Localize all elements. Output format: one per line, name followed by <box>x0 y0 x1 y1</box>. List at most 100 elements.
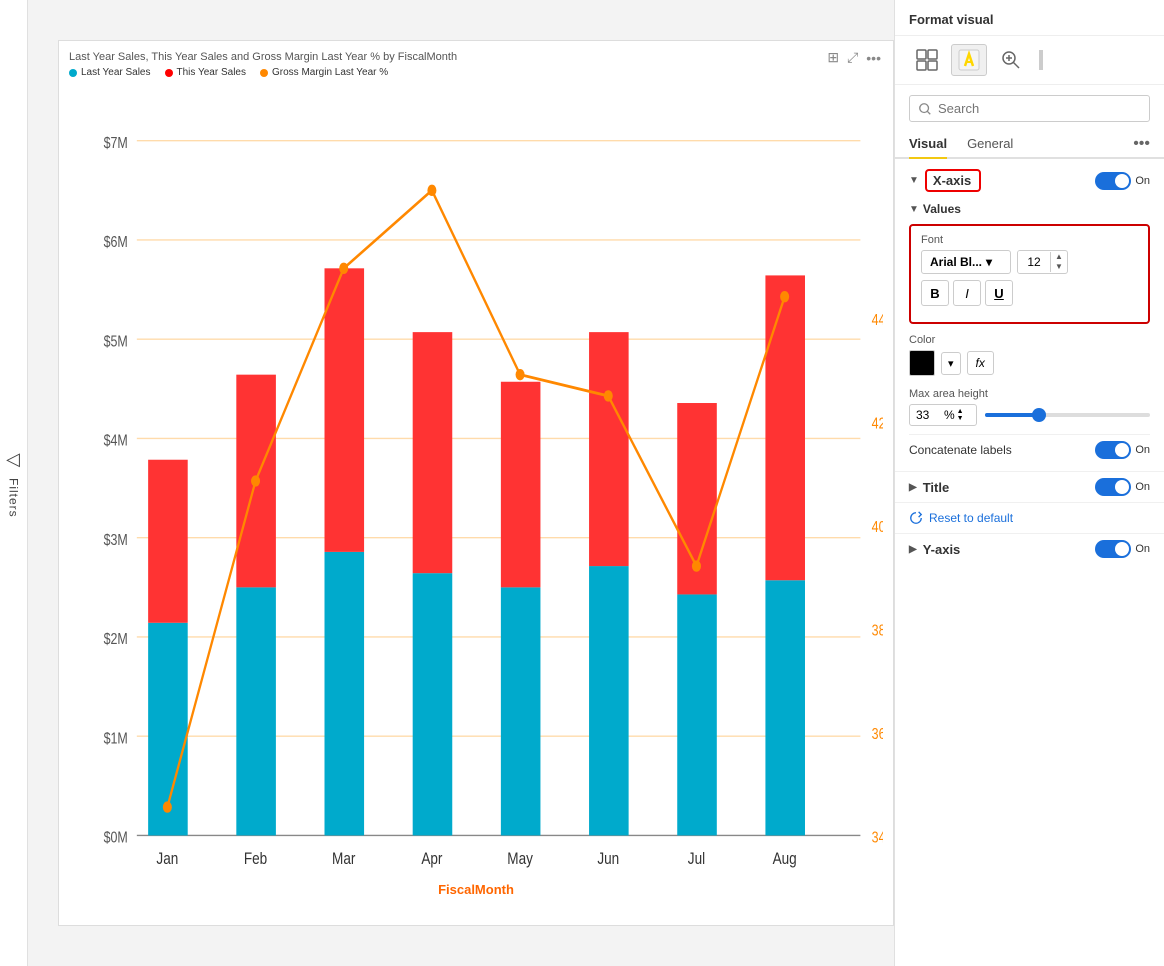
percent-down[interactable]: ▼ <box>957 415 964 422</box>
reset-label: Reset to default <box>929 511 1013 525</box>
y-axis-toggle[interactable]: On <box>1095 540 1150 558</box>
x-axis-toggle[interactable]: On <box>1095 172 1150 190</box>
chart-svg-area: $0M $1M $2M $3M $4M $5M $6M $7M 34% 36% … <box>69 84 883 878</box>
search-input[interactable] <box>938 101 1141 116</box>
legend-this-year: This Year Sales <box>165 67 247 78</box>
svg-text:$5M: $5M <box>104 332 128 350</box>
filters-label: Filters <box>7 478 21 518</box>
reset-row[interactable]: Reset to default <box>895 502 1164 533</box>
font-size-input[interactable] <box>1018 251 1050 273</box>
svg-text:34%: 34% <box>872 828 883 846</box>
percent-up[interactable]: ▲ <box>957 408 964 415</box>
color-row: ▾ fx <box>909 350 1150 376</box>
y-axis-header[interactable]: ▶ Y-axis <box>909 542 960 557</box>
right-panel: Format visual <box>894 0 1164 966</box>
color-chevron: ▾ <box>948 357 954 370</box>
panel-tab-more[interactable]: ••• <box>1133 135 1150 153</box>
fx-button[interactable]: fx <box>967 351 994 375</box>
y-axis-toggle-btn[interactable] <box>1095 540 1131 558</box>
font-size-up[interactable]: ▲ <box>1051 252 1067 262</box>
svg-text:Aug: Aug <box>773 849 797 868</box>
y-axis-section: ▶ Y-axis On <box>895 533 1164 564</box>
font-size-arrows: ▲ ▼ <box>1050 252 1067 272</box>
values-label: Values <box>923 202 961 216</box>
format-tab-grid-icon[interactable] <box>909 44 945 76</box>
svg-text:$2M: $2M <box>104 630 128 648</box>
slider-row: % ▲ ▼ <box>909 404 1150 426</box>
x-axis-label: X-axis <box>925 169 981 192</box>
title-toggle[interactable]: On <box>1095 478 1150 496</box>
font-family-value: Arial Bl... <box>930 255 982 269</box>
panel-content: ▼ X-axis On ▼ Values Font Arial Bl... ▾ <box>895 163 1164 966</box>
svg-text:$4M: $4M <box>104 431 128 449</box>
svg-text:Mar: Mar <box>332 849 355 868</box>
legend-last-year: Last Year Sales <box>69 67 151 78</box>
svg-text:36%: 36% <box>872 725 883 743</box>
slider-control[interactable] <box>985 413 1150 417</box>
title-section-header[interactable]: ▶ Title <box>909 480 949 495</box>
font-family-chevron: ▾ <box>986 255 992 269</box>
values-subsection-header[interactable]: ▼ Values <box>909 202 1150 216</box>
panel-header-title: Format visual <box>909 12 1150 27</box>
bold-button[interactable]: B <box>921 280 949 306</box>
svg-text:Jul: Jul <box>688 849 705 868</box>
font-style-controls: B I U <box>921 280 1138 306</box>
legend-label-this-year: This Year Sales <box>177 67 247 78</box>
svg-text:40%: 40% <box>872 518 883 536</box>
svg-text:$7M: $7M <box>104 133 128 151</box>
x-axis-section-header[interactable]: ▼ X-axis On <box>895 163 1164 198</box>
more-toolbar-icon[interactable]: ••• <box>866 50 881 66</box>
y-axis-chevron: ▶ <box>909 544 917 555</box>
underline-button[interactable]: U <box>985 280 1013 306</box>
filter-toolbar-icon[interactable]: ⊞ <box>827 49 839 66</box>
legend-gross-margin: Gross Margin Last Year % <box>260 67 388 78</box>
tab-general[interactable]: General <box>967 130 1013 159</box>
svg-text:Apr: Apr <box>421 849 442 868</box>
panel-tabs: Visual General ••• <box>895 130 1164 159</box>
svg-text:Jan: Jan <box>156 849 178 868</box>
font-controls: Arial Bl... ▾ ▲ ▼ <box>921 250 1138 274</box>
svg-text:Feb: Feb <box>244 849 267 868</box>
legend-label-last-year: Last Year Sales <box>81 67 151 78</box>
percent-value[interactable] <box>916 408 944 422</box>
x-axis-chevron: ▼ <box>909 175 919 186</box>
percent-unit: % <box>944 408 955 422</box>
concat-toggle-btn[interactable] <box>1095 441 1131 459</box>
slider-thumb[interactable] <box>1032 408 1046 422</box>
font-family-selector[interactable]: Arial Bl... ▾ <box>921 250 1011 274</box>
concat-toggle[interactable]: On <box>1095 441 1150 459</box>
filters-sidebar[interactable]: ◁ Filters <box>0 0 28 966</box>
svg-text:38%: 38% <box>872 621 883 639</box>
svg-text:$3M: $3M <box>104 530 128 548</box>
font-size-down[interactable]: ▼ <box>1051 262 1067 272</box>
svg-text:Jun: Jun <box>597 849 619 868</box>
focus-toolbar-icon[interactable]: ⤢ <box>847 49 858 66</box>
font-size-control[interactable]: ▲ ▼ <box>1017 250 1068 274</box>
svg-text:$1M: $1M <box>104 729 128 747</box>
color-dropdown[interactable]: ▾ <box>941 352 961 375</box>
chart-container: ⊞ ⤢ ••• Last Year Sales, This Year Sales… <box>58 40 894 926</box>
title-chevron: ▶ <box>909 482 917 493</box>
slider-fill <box>985 413 1039 417</box>
legend-dot-gross-margin <box>260 69 268 77</box>
color-field-label: Color <box>909 334 1150 346</box>
svg-text:$0M: $0M <box>104 828 128 846</box>
x-axis-toggle-btn[interactable] <box>1095 172 1131 190</box>
color-swatch[interactable] <box>909 350 935 376</box>
filter-icon: ◁ <box>6 449 21 470</box>
concat-row: Concatenate labels On <box>909 434 1150 465</box>
percent-input[interactable]: % ▲ ▼ <box>909 404 977 426</box>
title-label: Title <box>923 480 950 495</box>
title-toggle-btn[interactable] <box>1095 478 1131 496</box>
tab-visual[interactable]: Visual <box>909 130 947 159</box>
search-box[interactable] <box>909 95 1150 122</box>
x-axis-toggle-label: On <box>1135 175 1150 187</box>
format-tab-paint-icon[interactable] <box>951 44 987 76</box>
chart-toolbar: ⊞ ⤢ ••• <box>827 49 881 66</box>
values-subsection: ▼ Values Font Arial Bl... ▾ ▲ ▼ <box>895 198 1164 471</box>
chart-legend: Last Year Sales This Year Sales Gross Ma… <box>69 67 883 78</box>
italic-button[interactable]: I <box>953 280 981 306</box>
format-tab-search-icon[interactable] <box>993 44 1029 76</box>
reset-icon <box>909 511 923 525</box>
panel-divider <box>1039 50 1043 70</box>
